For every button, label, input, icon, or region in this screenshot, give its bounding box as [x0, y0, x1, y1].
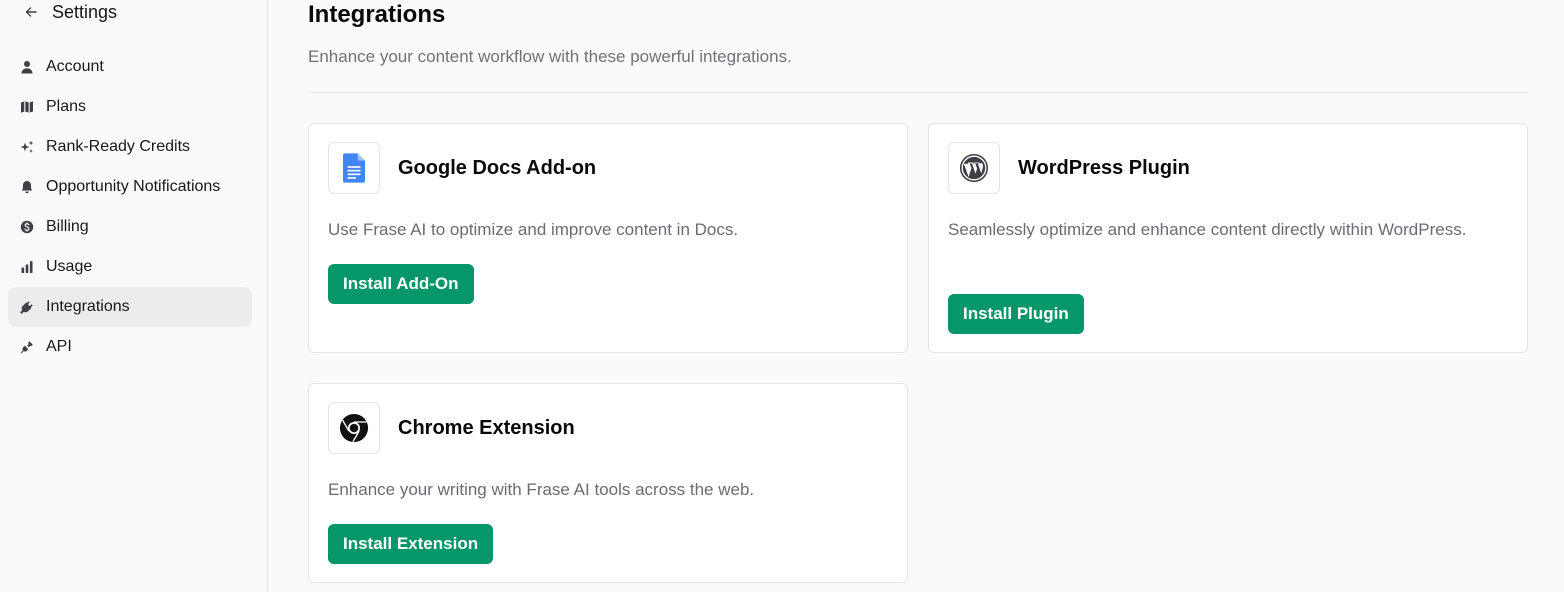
arrow-left-icon[interactable]	[24, 5, 38, 19]
card-title: WordPress Plugin	[1018, 157, 1190, 179]
settings-nav: Account Plans Rank-Ready Credits Opportu…	[8, 47, 252, 367]
install-plugin-button[interactable]: Install Plugin	[948, 294, 1084, 334]
sidebar-item-plans[interactable]: Plans	[8, 87, 252, 127]
map-icon	[20, 100, 34, 114]
install-extension-button[interactable]: Install Extension	[328, 524, 494, 564]
sidebar-item-integrations[interactable]: Integrations	[8, 287, 252, 327]
page-subtitle: Enhance your content workflow with these…	[308, 47, 792, 66]
back-to-settings[interactable]: Settings	[24, 0, 117, 24]
sidebar-item-label: Opportunity Notifications	[46, 178, 221, 195]
sidebar-item-label: Integrations	[46, 298, 130, 315]
sidebar-item-billing[interactable]: Billing	[8, 207, 252, 247]
integrations-page: Integrations Enhance your content workfl…	[308, 0, 1528, 592]
card-description: Seamlessly optimize and enhance content …	[948, 220, 1467, 239]
sidebar-item-opportunity-notifications[interactable]: Opportunity Notifications	[8, 167, 252, 207]
sidebar-item-label: Rank-Ready Credits	[46, 138, 191, 155]
sidebar-item-label: Plans	[46, 98, 87, 115]
sidebar-item-label: Usage	[46, 258, 93, 275]
card-description: Use Frase AI to optimize and improve con…	[328, 220, 739, 239]
google-docs-icon	[328, 142, 380, 194]
card-title: Chrome Extension	[398, 417, 575, 439]
user-icon	[20, 60, 34, 74]
settings-sidebar: Settings Account Plans Rank-Ready Credit…	[0, 0, 268, 592]
sidebar-item-usage[interactable]: Usage	[8, 247, 252, 287]
card-title: Google Docs Add-on	[398, 157, 597, 179]
sidebar-item-account[interactable]: Account	[8, 47, 252, 87]
install-add-on-button[interactable]: Install Add-On	[328, 264, 474, 304]
sparkles-icon	[20, 140, 34, 154]
chrome-icon	[328, 402, 380, 454]
sidebar-item-label: Billing	[46, 218, 89, 235]
card-description: Enhance your writing with Frase AI tools…	[328, 480, 755, 499]
sidebar-item-api[interactable]: API	[8, 327, 252, 367]
plug-connect-icon	[20, 340, 34, 354]
integration-card-google-docs: Google Docs Add-on Use Frase AI to optim…	[308, 123, 908, 353]
wordpress-icon	[948, 142, 1000, 194]
integration-card-chrome: Chrome Extension Enhance your writing wi…	[308, 383, 908, 583]
dollar-circle-icon	[20, 220, 34, 234]
bar-chart-icon	[20, 260, 34, 274]
page-title: Integrations	[308, 1, 446, 28]
sidebar-item-rank-ready-credits[interactable]: Rank-Ready Credits	[8, 127, 252, 167]
bell-icon	[20, 180, 34, 194]
settings-title: Settings	[52, 2, 118, 22]
sidebar-item-label: Account	[46, 58, 104, 75]
integration-card-wordpress: WordPress Plugin Seamlessly optimize and…	[928, 123, 1528, 353]
sidebar-item-label: API	[46, 338, 72, 355]
divider	[308, 92, 1528, 93]
plug-icon	[20, 300, 34, 314]
